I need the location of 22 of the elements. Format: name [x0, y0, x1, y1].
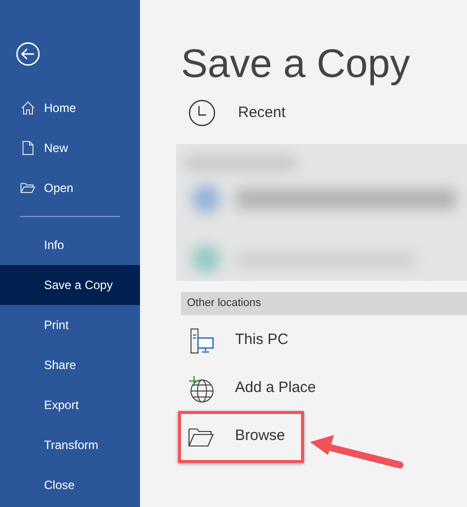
sidebar-item[interactable]: Share: [0, 345, 140, 385]
sidebar-item[interactable]: Home: [0, 88, 140, 128]
sidebar-item[interactable]: New: [0, 128, 140, 168]
location-option[interactable]: This PC: [178, 316, 308, 364]
section-header: Other locations: [181, 292, 467, 314]
recent-option[interactable]: Recent: [188, 98, 286, 128]
sidebar-item[interactable]: Transform: [0, 425, 140, 465]
document-icon: [20, 140, 36, 156]
page-title: Save a Copy: [181, 42, 412, 86]
globe-add-icon: [187, 374, 215, 402]
folder-icon: [20, 180, 36, 196]
sidebar-item[interactable]: Print: [0, 305, 140, 345]
sidebar-item[interactable]: Close: [0, 465, 140, 505]
sidebar-item[interactable]: Export: [0, 385, 140, 425]
sidebar-item[interactable]: Save a Copy: [0, 265, 140, 305]
sidebar-item[interactable]: Info: [0, 225, 140, 265]
home-icon: [20, 100, 36, 116]
sidebar-item[interactable]: Open: [0, 168, 140, 208]
clock-icon: [188, 99, 216, 127]
back-icon[interactable]: [16, 42, 40, 66]
location-option[interactable]: Add a Place: [178, 364, 335, 412]
highlighted-location-option[interactable]: Browse: [178, 410, 304, 462]
